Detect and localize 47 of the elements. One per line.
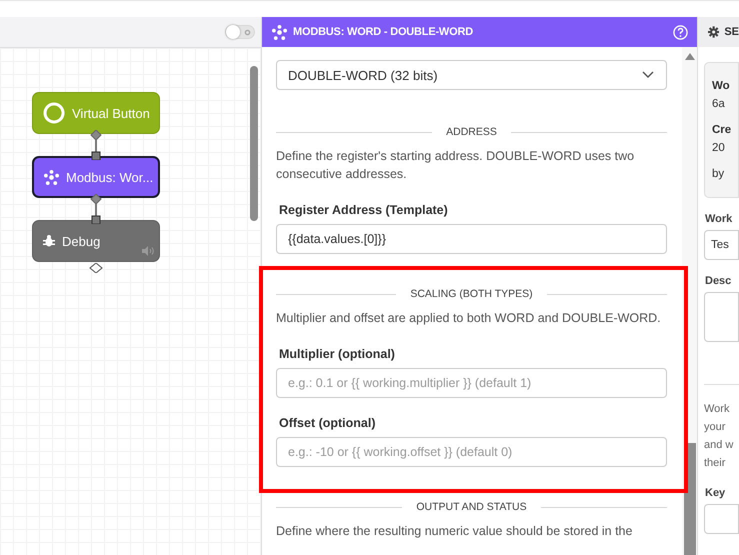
help-text: their: [704, 456, 726, 471]
info-label: Wo: [712, 79, 731, 94]
section-heading: ADDRESS: [446, 126, 497, 138]
network-icon: [44, 170, 59, 184]
speaker-icon: [142, 246, 154, 256]
register-type-select[interactable]: DOUBLE-WORD (32 bits): [276, 60, 667, 90]
input-field[interactable]: [704, 504, 739, 534]
info-label: Cre: [712, 123, 732, 138]
info-value: 6a: [712, 97, 726, 112]
node-label: Debug: [62, 234, 100, 248]
field-label: Key: [705, 487, 726, 499]
info-value: by: [712, 167, 726, 182]
field-label: Multiplier (optional): [278, 347, 396, 361]
modbus-node[interactable]: Modbus: Wor...: [32, 156, 160, 198]
bug-icon: [43, 235, 55, 247]
settings-tab[interactable]: SE: [698, 17, 739, 47]
section-description: Define the register's starting address. DOUBLE-WORD uses two consecutive addresses.: [276, 148, 636, 183]
help-text: Work: [704, 402, 730, 417]
section-heading: OUTPUT AND STATUS: [416, 501, 527, 513]
input-field[interactable]: {{data.values.[0]}}: [276, 224, 667, 254]
section-description: Define where the resulting numeric value should be stored in the: [276, 523, 634, 540]
help-icon[interactable]: [673, 24, 688, 40]
field-label: Register Address (Template): [278, 203, 449, 217]
section-heading: SCALING (BOTH TYPES): [410, 288, 533, 300]
input-field[interactable]: Tes: [704, 230, 739, 260]
chevron-down-icon: [642, 71, 654, 79]
network-icon: [272, 24, 287, 40]
circle-icon: [43, 102, 65, 124]
connector-drawing: [88, 130, 104, 160]
gear-icon: [244, 28, 251, 36]
scroll-up-icon[interactable]: [684, 53, 694, 60]
field-label: Desc: [705, 275, 732, 287]
section-description: Multiplier and offset are applied to both WORD and DOUBLE-WORD.: [276, 310, 662, 327]
node-label: Virtual Button: [72, 106, 150, 120]
gear-icon: [708, 25, 720, 39]
toggle-switch[interactable]: [225, 25, 255, 39]
panel-title: MODBUS: WORD - DOUBLE-WORD: [293, 26, 474, 38]
node-label: Modbus: Wor...: [66, 170, 154, 184]
help-text: and w: [704, 438, 734, 453]
field-label: Work: [705, 213, 734, 225]
debug-node[interactable]: Debug: [32, 220, 160, 262]
help-text: your: [704, 420, 726, 435]
input-field[interactable]: e.g.: 0.1 or {{ working.multiplier }} (default 1): [276, 368, 667, 398]
info-value: 20: [712, 141, 726, 156]
input-field[interactable]: e.g.: -10 or {{ working.offset }} (default 0): [276, 437, 667, 467]
field-label: Offset (optional): [278, 416, 377, 430]
connector-drawing: [88, 194, 104, 224]
